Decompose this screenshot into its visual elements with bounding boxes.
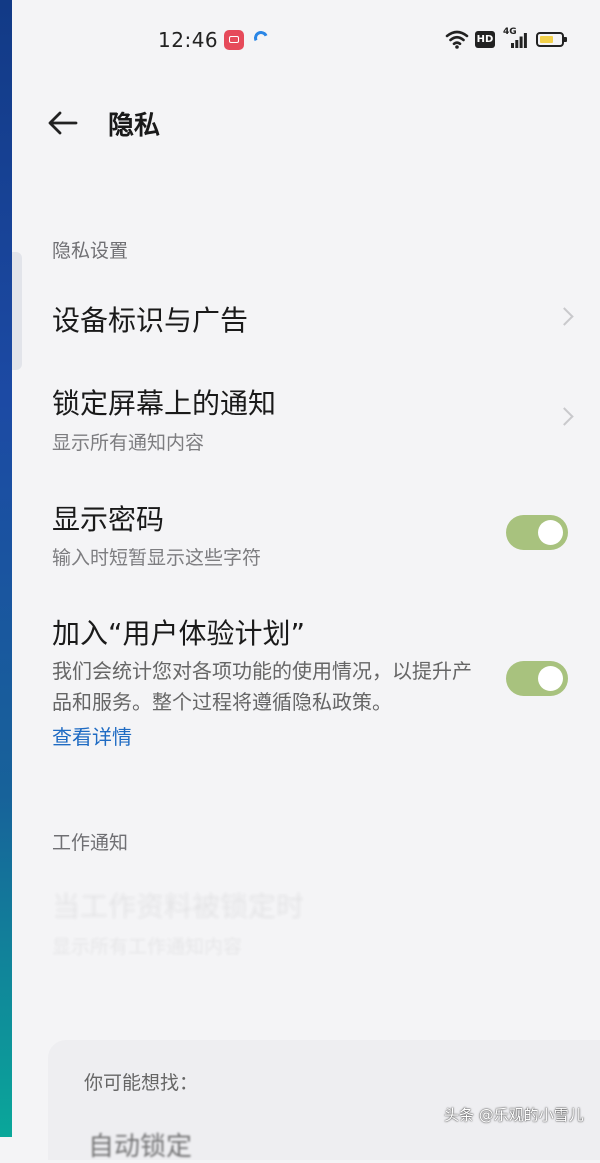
toggle-knob [538, 666, 563, 691]
settings-screen: 12:46 HD 4G 隐私 隐私设置 设备标识与广告 锁定屏幕上的通知 显示所… [12, 0, 600, 1162]
signal-icon [511, 33, 527, 48]
watermark: 头条 @乐观的小雪儿 [444, 1106, 584, 1124]
back-arrow-icon[interactable] [46, 108, 80, 138]
row-title: 锁定屏幕上的通知 [52, 387, 277, 420]
loading-notification-icon [252, 29, 270, 47]
faded-row-subtitle: 显示所有工作通知内容 [52, 936, 243, 958]
settings-row-user-experience-program: 加入“用户体验计划” 我们会统计您对各项功能的使用情况，以提升产品和服务。整个过… [12, 598, 600, 758]
status-time: 12:46 [158, 28, 219, 52]
show-password-toggle[interactable] [506, 515, 568, 550]
wifi-icon [445, 30, 469, 49]
video-notification-icon [224, 30, 244, 50]
page-title: 隐私 [108, 111, 161, 141]
settings-row-lockscreen-notifications[interactable]: 锁定屏幕上的通知 显示所有通知内容 [12, 362, 600, 470]
status-bar: 12:46 HD 4G [12, 20, 600, 62]
toggle-knob [538, 520, 563, 545]
left-edge-strip [0, 0, 12, 1137]
chevron-right-icon [555, 307, 574, 326]
suggestions-label: 你可能想找： [84, 1072, 199, 1094]
faded-row-title: 当工作资料被锁定时 [52, 890, 305, 923]
suggestion-item[interactable]: 自动锁定 [88, 1126, 192, 1163]
battery-icon [536, 32, 567, 47]
chevron-right-icon [555, 407, 574, 426]
row-description: 我们会统计您对各项功能的使用情况，以提升产品和服务。整个过程将遵循隐私政策。 [52, 659, 472, 714]
section-header-privacy: 隐私设置 [52, 240, 129, 262]
view-details-link[interactable]: 查看详情 [52, 721, 132, 750]
row-title: 显示密码 [52, 503, 165, 536]
settings-row-device-id-ads[interactable]: 设备标识与广告 [12, 280, 600, 356]
section-header-work-notifications: 工作通知 [52, 832, 129, 854]
row-subtitle: 输入时短暂显示这些字符 [52, 547, 262, 569]
user-experience-program-toggle[interactable] [506, 661, 568, 696]
settings-row-show-password: 显示密码 输入时短暂显示这些字符 [12, 480, 600, 590]
row-subtitle: 显示所有通知内容 [52, 432, 205, 454]
row-title: 设备标识与广告 [52, 304, 249, 337]
hd-icon: HD [475, 31, 495, 48]
row-title: 加入“用户体验计划” [52, 617, 306, 650]
